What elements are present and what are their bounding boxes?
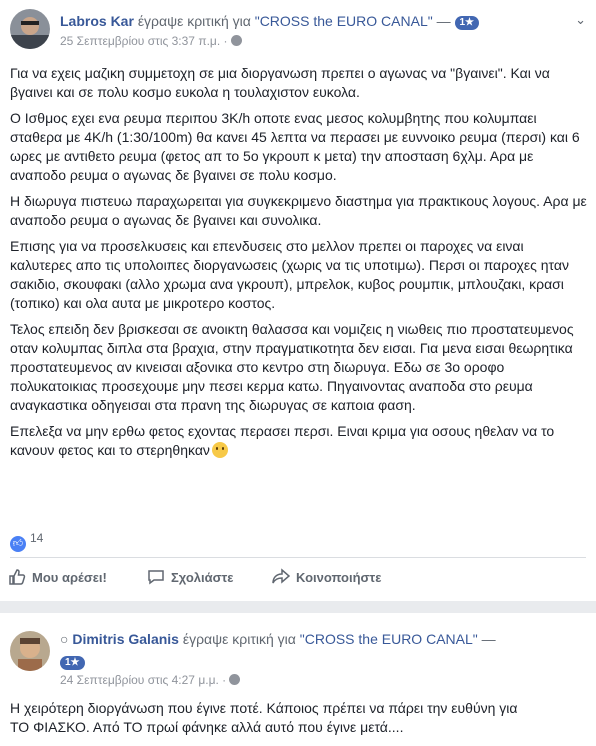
- review-verb: έγραψε κριτική για: [182, 631, 296, 647]
- author-avatar[interactable]: [10, 631, 50, 671]
- share-button[interactable]: Κοινοποιήστε: [272, 566, 381, 590]
- rating-row: 1★: [60, 652, 85, 670]
- action-bar: Μου αρέσει! Σχολιάστε Κοινοποιήστε: [0, 566, 596, 590]
- page-link[interactable]: "CROSS the EURO CANAL": [255, 13, 433, 29]
- globe-icon: [229, 674, 241, 685]
- paragraph: Τελος επειδη δεν βρισκεσαι σε ανοικτη θα…: [10, 321, 574, 413]
- author-name[interactable]: Labros Kar: [60, 13, 134, 29]
- chevron-down-icon[interactable]: ⌄: [575, 12, 586, 28]
- page-link[interactable]: "CROSS the EURO CANAL": [300, 631, 478, 647]
- paragraph: Η διωρυγα πιστευω παραχωρειται για συγκε…: [10, 193, 587, 228]
- post-text: Για να εχεις μαζικη συμμετοχη σε μια διο…: [10, 64, 588, 467]
- dash: —: [436, 13, 451, 29]
- post-header: ○ Dimitris Galanis έγραψε κριτική για "C…: [60, 630, 496, 648]
- disappointed-face-icon: [211, 442, 228, 458]
- timestamp[interactable]: 24 Σεπτεμβρίου στις 4:27 μ.μ. ·: [60, 672, 241, 688]
- author-avatar[interactable]: [10, 9, 50, 49]
- review-post: ○ Dimitris Galanis έγραψε κριτική για "C…: [0, 613, 596, 746]
- timestamp-text: 24 Σεπτεμβρίου στις 4:27 μ.μ. ·: [60, 673, 227, 687]
- like-count: 14: [30, 531, 44, 545]
- like-reaction-icon: 👍︎: [10, 536, 26, 552]
- comment-label: Σχολιάστε: [171, 570, 234, 585]
- dash: —: [481, 631, 496, 647]
- divider: [10, 557, 586, 558]
- paragraph-text: Επελεξα να μην ερθω φετος εχοντας περασε…: [10, 423, 555, 458]
- like-label: Μου αρέσει!: [32, 570, 107, 585]
- paragraph: ΤΟ ΦΙΑΣΚΟ. Από ΤΟ πρωί φάνηκε αλλά αυτό …: [10, 719, 404, 735]
- like-button[interactable]: Μου αρέσει!: [8, 566, 107, 590]
- paragraph: Η χειρότερη διοργάνωση που έγινε ποτέ. Κ…: [10, 700, 518, 716]
- rating-badge: 1★: [454, 16, 480, 30]
- review-post: Labros Kar έγραψε κριτική για "CROSS the…: [0, 0, 596, 601]
- paragraph: Ο Ισθμος εχει ενα ρευμα περιπου 3K/h οπο…: [10, 110, 580, 183]
- author-name[interactable]: Dimitris Galanis: [72, 631, 179, 647]
- review-verb: έγραψε κριτική για: [137, 13, 251, 29]
- timestamp-text: 25 Σεπτεμβρίου στις 3:37 π.μ. ·: [60, 34, 228, 48]
- paragraph: Επισης για να προσελκυσεις και επενδυσει…: [10, 238, 569, 311]
- post-text: Η χειρότερη διοργάνωση που έγινε ποτέ. Κ…: [10, 699, 588, 737]
- separator: ○: [60, 631, 69, 647]
- reactions-summary[interactable]: 👍︎ 14: [10, 530, 43, 552]
- share-label: Κοινοποιήστε: [296, 570, 382, 585]
- rating-badge: 1★: [60, 656, 85, 670]
- comment-button[interactable]: Σχολιάστε: [147, 566, 233, 590]
- post-header: Labros Kar έγραψε κριτική για "CROSS the…: [60, 12, 480, 30]
- globe-icon: [230, 35, 242, 46]
- share-icon: [272, 568, 290, 584]
- thumbs-up-icon: [9, 569, 26, 585]
- comment-icon: [148, 570, 164, 585]
- timestamp[interactable]: 25 Σεπτεμβρίου στις 3:37 π.μ. ·: [60, 33, 242, 49]
- paragraph: Για να εχεις μαζικη συμμετοχη σε μια διο…: [10, 65, 550, 100]
- paragraph-last: Επελεξα να μην ερθω φετος εχοντας περασε…: [10, 422, 588, 460]
